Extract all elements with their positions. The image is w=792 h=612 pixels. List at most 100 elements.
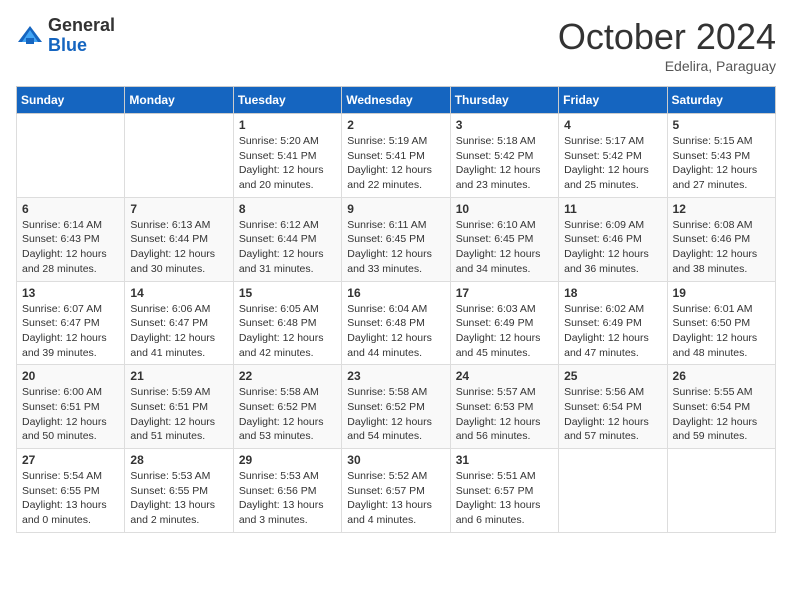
day-info: Sunrise: 6:00 AMSunset: 6:51 PMDaylight:… [22,385,119,444]
calendar-cell: 29 Sunrise: 5:53 AMSunset: 6:56 PMDayligh… [233,449,341,533]
day-info: Sunrise: 5:58 AMSunset: 6:52 PMDaylight:… [347,385,444,444]
day-number: 5 [673,118,770,132]
calendar-cell: 15Sunrise: 6:05 AMSunset: 6:48 PMDayligh… [233,281,341,365]
day-number: 1 [239,118,336,132]
day-number: 3 [456,118,553,132]
day-number: 2 [347,118,444,132]
weekday-header-friday: Friday [559,87,667,114]
day-number: 8 [239,202,336,216]
calendar-cell: 16Sunrise: 6:04 AMSunset: 6:48 PMDayligh… [342,281,450,365]
day-number: 22 [239,369,336,383]
calendar-cell: 23 Sunrise: 5:58 AMSunset: 6:52 PMDayligh… [342,365,450,449]
day-info: Sunrise: 5:15 AMSunset: 5:43 PMDaylight:… [673,134,770,193]
day-info: Sunrise: 6:05 AMSunset: 6:48 PMDaylight:… [239,302,336,361]
day-info: Sunrise: 5:51 AMSunset: 6:57 PMDaylight:… [456,469,553,528]
calendar-cell: 17Sunrise: 6:03 AMSunset: 6:49 PMDayligh… [450,281,558,365]
day-number: 4 [564,118,661,132]
calendar-cell: 31 Sunrise: 5:51 AMSunset: 6:57 PMDayligh… [450,449,558,533]
day-info: Sunrise: 5:52 AMSunset: 6:57 PMDaylight:… [347,469,444,528]
day-info: Sunrise: 6:10 AMSunset: 6:45 PMDaylight:… [456,218,553,277]
day-info: Sunrise: 5:57 AMSunset: 6:53 PMDaylight:… [456,385,553,444]
day-number: 7 [130,202,227,216]
calendar-cell [17,114,125,198]
day-number: 18 [564,286,661,300]
weekday-header-sunday: Sunday [17,87,125,114]
day-info: Sunrise: 6:14 AMSunset: 6:43 PMDaylight:… [22,218,119,277]
day-info: Sunrise: 6:02 AMSunset: 6:49 PMDaylight:… [564,302,661,361]
calendar-cell: 12 Sunrise: 6:08 AMSunset: 6:46 PMDayligh… [667,197,775,281]
calendar-cell [667,449,775,533]
day-number: 30 [347,453,444,467]
page-header: General Blue October 2024 Edelira, Parag… [16,16,776,74]
calendar-cell: 28 Sunrise: 5:53 AMSunset: 6:55 PMDayligh… [125,449,233,533]
day-number: 11 [564,202,661,216]
calendar-cell [559,449,667,533]
calendar-week-2: 6 Sunrise: 6:14 AMSunset: 6:43 PMDaylight… [17,197,776,281]
calendar-cell: 14Sunrise: 6:06 AMSunset: 6:47 PMDayligh… [125,281,233,365]
calendar-cell: 30 Sunrise: 5:52 AMSunset: 6:57 PMDayligh… [342,449,450,533]
day-info: Sunrise: 6:09 AMSunset: 6:46 PMDaylight:… [564,218,661,277]
day-number: 29 [239,453,336,467]
location-subtitle: Edelira, Paraguay [558,58,776,74]
calendar-table: SundayMondayTuesdayWednesdayThursdayFrid… [16,86,776,533]
calendar-week-4: 20 Sunrise: 6:00 AMSunset: 6:51 PMDayligh… [17,365,776,449]
day-number: 10 [456,202,553,216]
calendar-cell: 8 Sunrise: 6:12 AMSunset: 6:44 PMDaylight… [233,197,341,281]
day-number: 24 [456,369,553,383]
day-number: 28 [130,453,227,467]
day-info: Sunrise: 5:18 AMSunset: 5:42 PMDaylight:… [456,134,553,193]
day-number: 19 [673,286,770,300]
day-info: Sunrise: 6:13 AMSunset: 6:44 PMDaylight:… [130,218,227,277]
month-title: October 2024 [558,16,776,58]
calendar-cell: 1Sunrise: 5:20 AMSunset: 5:41 PMDaylight… [233,114,341,198]
calendar-cell: 2Sunrise: 5:19 AMSunset: 5:41 PMDaylight… [342,114,450,198]
day-number: 13 [22,286,119,300]
day-number: 27 [22,453,119,467]
calendar-cell: 13 Sunrise: 6:07 AMSunset: 6:47 PMDayligh… [17,281,125,365]
calendar-body: 1Sunrise: 5:20 AMSunset: 5:41 PMDaylight… [17,114,776,533]
calendar-cell: 22Sunrise: 5:58 AMSunset: 6:52 PMDayligh… [233,365,341,449]
logo-general-text: General [48,16,115,36]
calendar-cell: 3 Sunrise: 5:18 AMSunset: 5:42 PMDaylight… [450,114,558,198]
calendar-cell: 18 Sunrise: 6:02 AMSunset: 6:49 PMDayligh… [559,281,667,365]
weekday-header-tuesday: Tuesday [233,87,341,114]
calendar-week-5: 27 Sunrise: 5:54 AMSunset: 6:55 PMDayligh… [17,449,776,533]
day-number: 25 [564,369,661,383]
calendar-cell: 21Sunrise: 5:59 AMSunset: 6:51 PMDayligh… [125,365,233,449]
day-info: Sunrise: 5:17 AMSunset: 5:42 PMDaylight:… [564,134,661,193]
calendar-cell: 9 Sunrise: 6:11 AMSunset: 6:45 PMDaylight… [342,197,450,281]
day-number: 14 [130,286,227,300]
day-info: Sunrise: 6:08 AMSunset: 6:46 PMDaylight:… [673,218,770,277]
day-info: Sunrise: 5:53 AMSunset: 6:56 PMDaylight:… [239,469,336,528]
logo-blue-text: Blue [48,36,115,56]
calendar-cell [125,114,233,198]
calendar-cell: 24 Sunrise: 5:57 AMSunset: 6:53 PMDayligh… [450,365,558,449]
day-info: Sunrise: 5:54 AMSunset: 6:55 PMDaylight:… [22,469,119,528]
calendar-cell: 10 Sunrise: 6:10 AMSunset: 6:45 PMDayligh… [450,197,558,281]
day-info: Sunrise: 5:53 AMSunset: 6:55 PMDaylight:… [130,469,227,528]
day-info: Sunrise: 5:56 AMSunset: 6:54 PMDaylight:… [564,385,661,444]
day-number: 9 [347,202,444,216]
calendar-cell: 27 Sunrise: 5:54 AMSunset: 6:55 PMDayligh… [17,449,125,533]
day-number: 31 [456,453,553,467]
weekday-header-thursday: Thursday [450,87,558,114]
weekday-header-monday: Monday [125,87,233,114]
calendar-header-row: SundayMondayTuesdayWednesdayThursdayFrid… [17,87,776,114]
day-number: 17 [456,286,553,300]
calendar-cell: 6 Sunrise: 6:14 AMSunset: 6:43 PMDaylight… [17,197,125,281]
title-block: October 2024 Edelira, Paraguay [558,16,776,74]
logo-icon [16,22,44,50]
day-number: 6 [22,202,119,216]
calendar-cell: 19 Sunrise: 6:01 AMSunset: 6:50 PMDayligh… [667,281,775,365]
calendar-cell: 20 Sunrise: 6:00 AMSunset: 6:51 PMDayligh… [17,365,125,449]
day-number: 20 [22,369,119,383]
weekday-header-saturday: Saturday [667,87,775,114]
calendar-week-3: 13 Sunrise: 6:07 AMSunset: 6:47 PMDayligh… [17,281,776,365]
day-info: Sunrise: 6:07 AMSunset: 6:47 PMDaylight:… [22,302,119,361]
day-info: Sunrise: 6:01 AMSunset: 6:50 PMDaylight:… [673,302,770,361]
day-number: 21 [130,369,227,383]
day-info: Sunrise: 6:11 AMSunset: 6:45 PMDaylight:… [347,218,444,277]
day-number: 23 [347,369,444,383]
day-number: 12 [673,202,770,216]
day-info: Sunrise: 6:12 AMSunset: 6:44 PMDaylight:… [239,218,336,277]
